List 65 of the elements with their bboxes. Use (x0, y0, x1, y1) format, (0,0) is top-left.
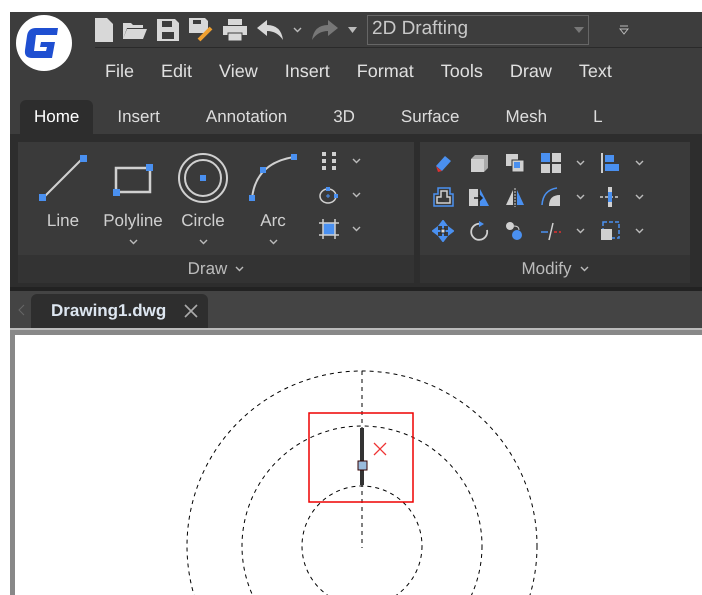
redo-arrow-icon[interactable] (312, 20, 338, 40)
caret-icon[interactable] (235, 266, 244, 272)
undo-arrow-icon[interactable] (257, 20, 283, 40)
caret-icon[interactable] (635, 228, 644, 234)
rotate-icon[interactable] (468, 220, 490, 242)
close-icon[interactable] (184, 304, 198, 318)
document-tab-label: Drawing1.dwg (51, 300, 166, 322)
ribbon-tab[interactable]: L (571, 100, 625, 134)
document-tab[interactable]: Drawing1.dwg (31, 294, 208, 328)
printer-icon[interactable] (223, 18, 247, 40)
menu-item[interactable]: Tools (440, 58, 483, 86)
break-line-icon[interactable] (599, 186, 621, 208)
caret-icon[interactable] (268, 239, 278, 246)
caret-icon[interactable] (352, 158, 361, 164)
ribbon-tab[interactable]: Surface (378, 100, 482, 134)
ribbon-tab[interactable]: Insert (95, 100, 182, 134)
menu-item[interactable]: Text (578, 58, 612, 86)
caret-icon[interactable] (352, 192, 361, 198)
circle-tool-icon (177, 152, 229, 204)
caret-icon[interactable] (352, 226, 361, 232)
caret-icon[interactable] (576, 194, 585, 200)
save-icon[interactable] (157, 18, 179, 40)
panel-title-bar[interactable]: Draw (18, 254, 414, 283)
menu-item[interactable]: View (219, 58, 258, 86)
dropdown-arrow-icon (574, 26, 584, 32)
mirror-triangle-icon[interactable] (504, 186, 526, 208)
caret-icon[interactable] (576, 160, 585, 166)
line-tool-icon (38, 152, 88, 203)
ribbon-tab[interactable]: Mesh (484, 100, 570, 134)
menu-item[interactable]: File (105, 58, 134, 86)
caret-icon[interactable] (128, 239, 138, 246)
align-bars-icon[interactable] (599, 152, 621, 174)
app-logo-icon[interactable] (14, 14, 74, 72)
ribbon-tab[interactable]: 3D (311, 100, 377, 134)
caret-icon[interactable] (580, 266, 589, 272)
workspace-dropdown[interactable]: 2D Drafting (367, 14, 589, 44)
ribbon-tool-button[interactable]: Arc (238, 150, 308, 255)
panel-title-bar[interactable]: Modify (420, 254, 690, 283)
hatch-icon[interactable] (318, 218, 340, 240)
new-file-icon[interactable] (95, 18, 113, 42)
caret-icon[interactable] (198, 239, 208, 246)
move-arrows-icon[interactable] (432, 220, 454, 242)
caret-icon[interactable] (635, 160, 644, 166)
ribbon-tab[interactable]: Annotation (184, 100, 310, 134)
caret-icon[interactable] (348, 26, 357, 32)
ribbon-tool-button[interactable]: Polyline (98, 150, 168, 255)
ribbon-tool-button[interactable]: Line (28, 150, 98, 255)
caret-icon[interactable] (635, 194, 644, 200)
menu-item[interactable]: Draw (510, 58, 552, 86)
stretch-outline-icon[interactable] (432, 186, 454, 208)
offset-squares-icon[interactable] (504, 152, 526, 174)
caret-icon[interactable] (576, 228, 585, 234)
arc-tool-icon (248, 152, 298, 203)
menu-item[interactable]: Insert (284, 58, 330, 86)
ribbon-tab[interactable]: Home (20, 100, 94, 134)
undo-caret-icon[interactable] (293, 26, 302, 32)
ribbon-tool-button[interactable]: Circle (168, 150, 238, 255)
fillet-icon[interactable] (540, 186, 562, 208)
folder-icon[interactable] (123, 20, 147, 38)
customize-caret-icon[interactable] (619, 24, 629, 34)
dashed-frame-icon[interactable] (599, 220, 621, 242)
save-edit-icon[interactable] (189, 18, 213, 42)
menu-item[interactable]: Edit (161, 58, 192, 86)
array-grid-icon[interactable] (540, 152, 562, 174)
menu-item[interactable]: Format (356, 58, 414, 86)
